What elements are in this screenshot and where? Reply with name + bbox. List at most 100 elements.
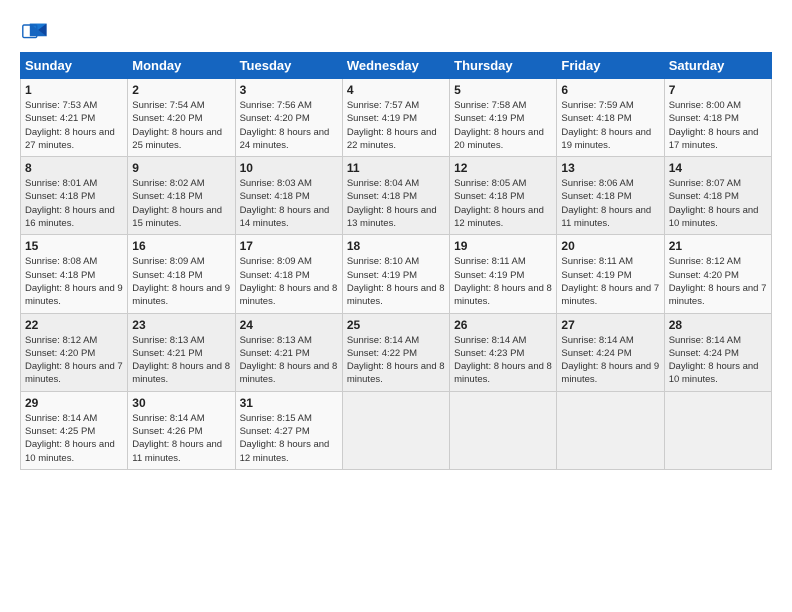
logo-icon <box>20 18 48 46</box>
calendar: SundayMondayTuesdayWednesdayThursdayFrid… <box>20 52 772 470</box>
day-number: 1 <box>25 83 123 97</box>
day-number: 11 <box>347 161 445 175</box>
calendar-cell: 16 Sunrise: 8:09 AMSunset: 4:18 PMDaylig… <box>128 235 235 313</box>
day-number: 29 <box>25 396 123 410</box>
calendar-cell: 5 Sunrise: 7:58 AMSunset: 4:19 PMDayligh… <box>450 79 557 157</box>
calendar-cell: 4 Sunrise: 7:57 AMSunset: 4:19 PMDayligh… <box>342 79 449 157</box>
day-header-friday: Friday <box>557 53 664 79</box>
day-info: Sunrise: 8:12 AMSunset: 4:20 PMDaylight:… <box>25 335 123 386</box>
day-number: 25 <box>347 318 445 332</box>
day-info: Sunrise: 8:10 AMSunset: 4:19 PMDaylight:… <box>347 256 445 307</box>
calendar-cell: 19 Sunrise: 8:11 AMSunset: 4:19 PMDaylig… <box>450 235 557 313</box>
day-number: 23 <box>132 318 230 332</box>
calendar-cell <box>557 391 664 469</box>
calendar-cell: 24 Sunrise: 8:13 AMSunset: 4:21 PMDaylig… <box>235 313 342 391</box>
day-number: 21 <box>669 239 767 253</box>
day-info: Sunrise: 8:15 AMSunset: 4:27 PMDaylight:… <box>240 413 330 464</box>
calendar-cell: 11 Sunrise: 8:04 AMSunset: 4:18 PMDaylig… <box>342 157 449 235</box>
day-info: Sunrise: 7:53 AMSunset: 4:21 PMDaylight:… <box>25 100 115 151</box>
day-info: Sunrise: 8:01 AMSunset: 4:18 PMDaylight:… <box>25 178 115 229</box>
day-info: Sunrise: 8:14 AMSunset: 4:23 PMDaylight:… <box>454 335 552 386</box>
day-info: Sunrise: 8:14 AMSunset: 4:24 PMDaylight:… <box>669 335 759 386</box>
day-number: 4 <box>347 83 445 97</box>
day-number: 26 <box>454 318 552 332</box>
calendar-cell: 26 Sunrise: 8:14 AMSunset: 4:23 PMDaylig… <box>450 313 557 391</box>
day-number: 19 <box>454 239 552 253</box>
day-number: 18 <box>347 239 445 253</box>
calendar-cell: 8 Sunrise: 8:01 AMSunset: 4:18 PMDayligh… <box>21 157 128 235</box>
day-info: Sunrise: 8:11 AMSunset: 4:19 PMDaylight:… <box>561 256 659 307</box>
day-info: Sunrise: 7:58 AMSunset: 4:19 PMDaylight:… <box>454 100 544 151</box>
day-number: 14 <box>669 161 767 175</box>
day-header-thursday: Thursday <box>450 53 557 79</box>
day-info: Sunrise: 8:13 AMSunset: 4:21 PMDaylight:… <box>132 335 230 386</box>
calendar-cell: 13 Sunrise: 8:06 AMSunset: 4:18 PMDaylig… <box>557 157 664 235</box>
day-number: 15 <box>25 239 123 253</box>
day-info: Sunrise: 8:09 AMSunset: 4:18 PMDaylight:… <box>240 256 338 307</box>
day-info: Sunrise: 7:57 AMSunset: 4:19 PMDaylight:… <box>347 100 437 151</box>
day-header-saturday: Saturday <box>664 53 771 79</box>
day-info: Sunrise: 8:07 AMSunset: 4:18 PMDaylight:… <box>669 178 759 229</box>
day-info: Sunrise: 8:03 AMSunset: 4:18 PMDaylight:… <box>240 178 330 229</box>
day-info: Sunrise: 8:11 AMSunset: 4:19 PMDaylight:… <box>454 256 552 307</box>
day-header-sunday: Sunday <box>21 53 128 79</box>
calendar-cell: 12 Sunrise: 8:05 AMSunset: 4:18 PMDaylig… <box>450 157 557 235</box>
calendar-cell: 14 Sunrise: 8:07 AMSunset: 4:18 PMDaylig… <box>664 157 771 235</box>
calendar-cell <box>664 391 771 469</box>
day-info: Sunrise: 8:04 AMSunset: 4:18 PMDaylight:… <box>347 178 437 229</box>
day-header-tuesday: Tuesday <box>235 53 342 79</box>
calendar-cell: 6 Sunrise: 7:59 AMSunset: 4:18 PMDayligh… <box>557 79 664 157</box>
day-number: 17 <box>240 239 338 253</box>
day-number: 2 <box>132 83 230 97</box>
day-info: Sunrise: 8:13 AMSunset: 4:21 PMDaylight:… <box>240 335 338 386</box>
day-info: Sunrise: 8:14 AMSunset: 4:26 PMDaylight:… <box>132 413 222 464</box>
day-header-monday: Monday <box>128 53 235 79</box>
day-number: 3 <box>240 83 338 97</box>
logo <box>20 18 52 46</box>
day-number: 12 <box>454 161 552 175</box>
day-header-wednesday: Wednesday <box>342 53 449 79</box>
calendar-cell: 17 Sunrise: 8:09 AMSunset: 4:18 PMDaylig… <box>235 235 342 313</box>
day-number: 16 <box>132 239 230 253</box>
calendar-cell: 1 Sunrise: 7:53 AMSunset: 4:21 PMDayligh… <box>21 79 128 157</box>
day-info: Sunrise: 8:08 AMSunset: 4:18 PMDaylight:… <box>25 256 123 307</box>
header <box>20 18 772 46</box>
day-number: 20 <box>561 239 659 253</box>
calendar-cell: 3 Sunrise: 7:56 AMSunset: 4:20 PMDayligh… <box>235 79 342 157</box>
day-info: Sunrise: 7:56 AMSunset: 4:20 PMDaylight:… <box>240 100 330 151</box>
day-number: 31 <box>240 396 338 410</box>
day-info: Sunrise: 8:09 AMSunset: 4:18 PMDaylight:… <box>132 256 230 307</box>
day-number: 7 <box>669 83 767 97</box>
day-number: 13 <box>561 161 659 175</box>
calendar-cell: 2 Sunrise: 7:54 AMSunset: 4:20 PMDayligh… <box>128 79 235 157</box>
calendar-cell: 30 Sunrise: 8:14 AMSunset: 4:26 PMDaylig… <box>128 391 235 469</box>
day-number: 30 <box>132 396 230 410</box>
day-info: Sunrise: 8:12 AMSunset: 4:20 PMDaylight:… <box>669 256 767 307</box>
day-number: 6 <box>561 83 659 97</box>
calendar-cell: 10 Sunrise: 8:03 AMSunset: 4:18 PMDaylig… <box>235 157 342 235</box>
day-number: 22 <box>25 318 123 332</box>
day-info: Sunrise: 8:06 AMSunset: 4:18 PMDaylight:… <box>561 178 651 229</box>
calendar-cell: 9 Sunrise: 8:02 AMSunset: 4:18 PMDayligh… <box>128 157 235 235</box>
page: SundayMondayTuesdayWednesdayThursdayFrid… <box>0 0 792 612</box>
day-number: 28 <box>669 318 767 332</box>
calendar-cell: 20 Sunrise: 8:11 AMSunset: 4:19 PMDaylig… <box>557 235 664 313</box>
day-info: Sunrise: 7:54 AMSunset: 4:20 PMDaylight:… <box>132 100 222 151</box>
day-number: 27 <box>561 318 659 332</box>
day-number: 5 <box>454 83 552 97</box>
day-info: Sunrise: 8:14 AMSunset: 4:22 PMDaylight:… <box>347 335 445 386</box>
day-number: 24 <box>240 318 338 332</box>
day-info: Sunrise: 8:00 AMSunset: 4:18 PMDaylight:… <box>669 100 759 151</box>
calendar-cell: 7 Sunrise: 8:00 AMSunset: 4:18 PMDayligh… <box>664 79 771 157</box>
day-number: 8 <box>25 161 123 175</box>
day-info: Sunrise: 7:59 AMSunset: 4:18 PMDaylight:… <box>561 100 651 151</box>
calendar-cell: 29 Sunrise: 8:14 AMSunset: 4:25 PMDaylig… <box>21 391 128 469</box>
calendar-cell: 27 Sunrise: 8:14 AMSunset: 4:24 PMDaylig… <box>557 313 664 391</box>
calendar-cell <box>450 391 557 469</box>
calendar-cell: 23 Sunrise: 8:13 AMSunset: 4:21 PMDaylig… <box>128 313 235 391</box>
day-number: 10 <box>240 161 338 175</box>
calendar-cell: 21 Sunrise: 8:12 AMSunset: 4:20 PMDaylig… <box>664 235 771 313</box>
day-info: Sunrise: 8:02 AMSunset: 4:18 PMDaylight:… <box>132 178 222 229</box>
calendar-cell: 31 Sunrise: 8:15 AMSunset: 4:27 PMDaylig… <box>235 391 342 469</box>
calendar-cell: 15 Sunrise: 8:08 AMSunset: 4:18 PMDaylig… <box>21 235 128 313</box>
